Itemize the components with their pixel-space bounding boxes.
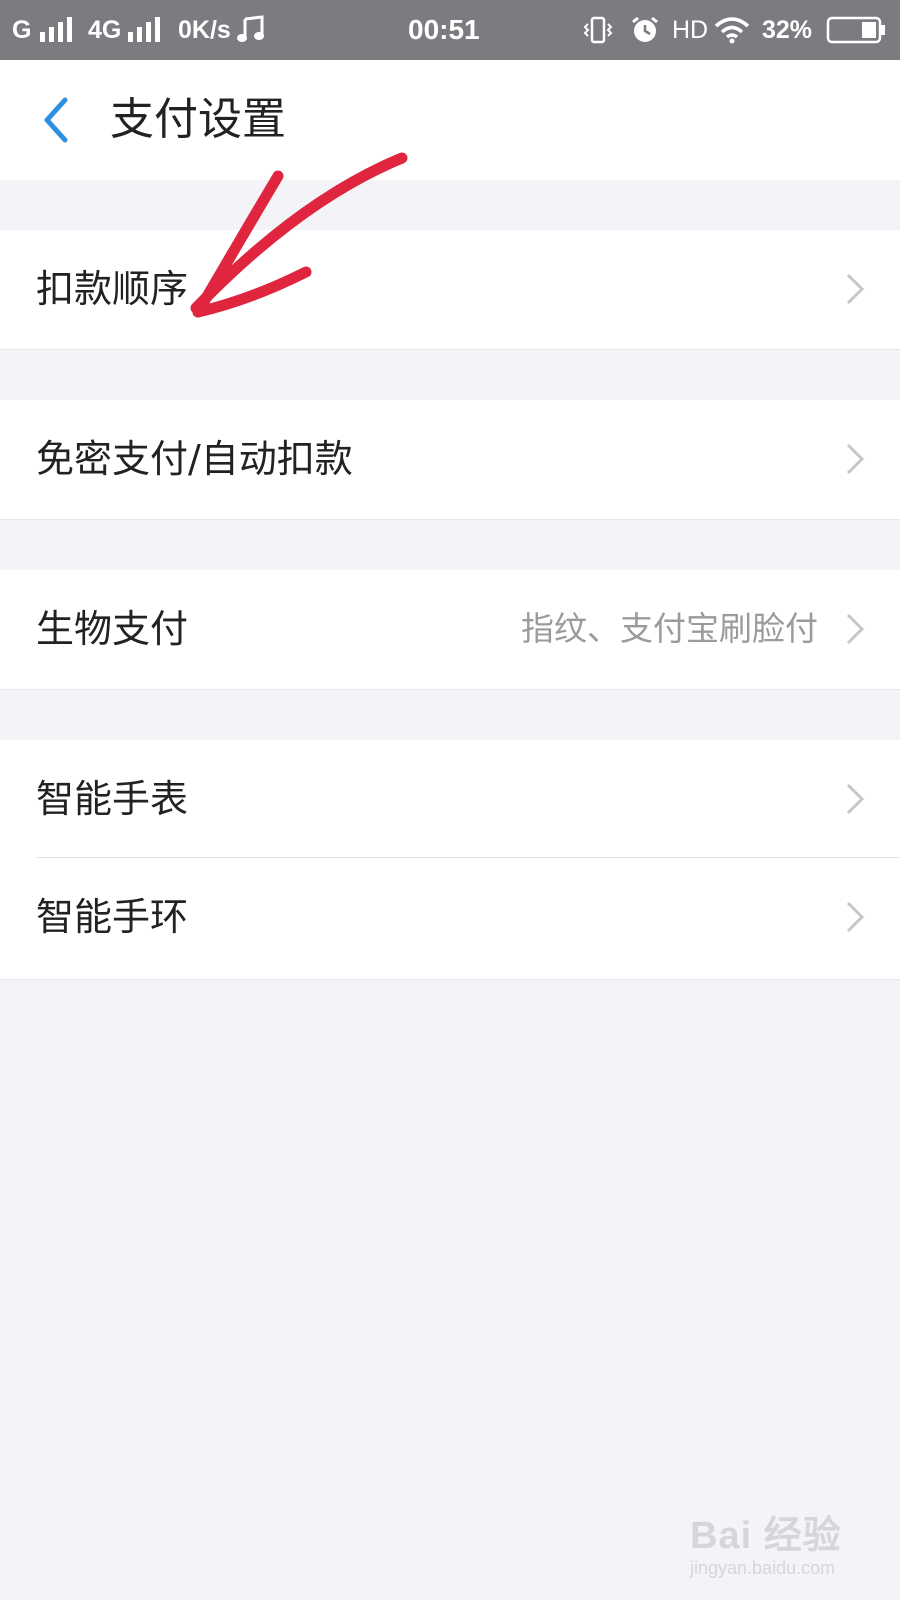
battery-percent: 32%	[762, 16, 813, 44]
watermark-brand: Bai 经验	[690, 1515, 842, 1557]
chevron-left-icon	[44, 97, 68, 143]
row-value: 指纹、支付宝刷脸付	[521, 609, 818, 648]
chevron-right-icon	[846, 613, 865, 645]
signal-icon	[126, 0, 162, 60]
divider	[0, 519, 900, 520]
clock-time: 00:51	[408, 14, 480, 45]
battery-icon	[826, 0, 886, 60]
divider	[0, 979, 900, 980]
settings-group: 生物支付 指纹、支付宝刷脸付	[0, 570, 900, 690]
watermark-url: jingyan.baidu.com	[690, 1558, 836, 1578]
smart-watch-item[interactable]: 智能手表	[0, 740, 900, 858]
nav-bar: 支付设置	[0, 60, 900, 180]
row-label: 智能手表	[36, 777, 189, 821]
hd-indicator: HD	[672, 16, 709, 44]
watermark: Bai 经验 jingyan.baidu.com	[690, 1500, 860, 1590]
chevron-right-icon	[846, 901, 865, 933]
music-note-icon	[236, 0, 266, 60]
divider	[0, 689, 900, 690]
carrier-label-2: 4G	[88, 16, 122, 44]
deduction-order-item[interactable]: 扣款顺序	[0, 230, 900, 348]
alarm-icon	[630, 0, 660, 60]
settings-group: 扣款顺序	[0, 230, 900, 350]
net-speed: 0K/s	[178, 16, 231, 44]
carrier-label-1: G	[12, 16, 32, 44]
smart-band-item[interactable]: 智能手环	[0, 858, 900, 976]
chevron-right-icon	[846, 783, 865, 815]
divider	[0, 349, 900, 350]
wifi-icon	[714, 0, 750, 60]
password-free-payment-item[interactable]: 免密支付/自动扣款	[0, 400, 900, 518]
biometric-payment-item[interactable]: 生物支付 指纹、支付宝刷脸付	[0, 570, 900, 688]
chevron-right-icon	[846, 273, 865, 305]
row-label: 生物支付	[36, 607, 189, 651]
back-button[interactable]	[20, 80, 90, 160]
page-title: 支付设置	[110, 94, 286, 145]
status-bar: G 4G 0K/s 00:51 HD 32%	[0, 0, 900, 60]
row-label: 免密支付/自动扣款	[36, 437, 353, 481]
settings-group: 智能手表 智能手环	[0, 740, 900, 980]
settings-group: 免密支付/自动扣款	[0, 400, 900, 520]
signal-icon	[38, 0, 74, 60]
row-label: 智能手环	[36, 895, 189, 939]
chevron-right-icon	[846, 443, 865, 475]
vibrate-icon	[582, 0, 614, 60]
row-label: 扣款顺序	[36, 267, 189, 311]
